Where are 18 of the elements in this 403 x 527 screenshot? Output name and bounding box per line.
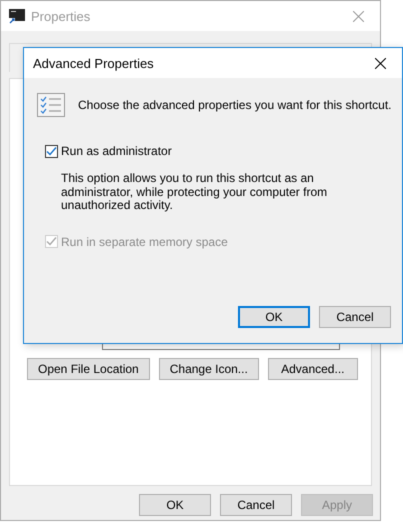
dialog-button[interactable]: Cancel [220,494,292,516]
window-title: Properties [31,8,92,24]
intro-text: Choose the advanced properties you want for this shortcut. [78,98,392,112]
console-icon [9,8,25,24]
dialog-button[interactable]: OK [139,494,211,516]
action-button[interactable]: Advanced... [268,358,358,380]
close-icon [352,10,364,22]
dialog-title: Advanced Properties [33,56,155,70]
close-icon [374,58,386,68]
action-button[interactable]: Open File Location [27,358,150,380]
dialog-button[interactable]: Cancel [319,306,391,328]
option-description: This option allows you to run this shortcut as an administrator, while protecting your computer from unauthorized activity. [61,172,328,212]
dialog-button[interactable]: OK [238,306,310,328]
checkbox[interactable] [45,144,58,158]
action-button[interactable]: Change Icon... [158,358,259,380]
checkbox-label: Run as administrator [61,144,172,158]
checkbox-label: Run in separate memory space [61,234,228,248]
checklist-icon [37,93,65,117]
